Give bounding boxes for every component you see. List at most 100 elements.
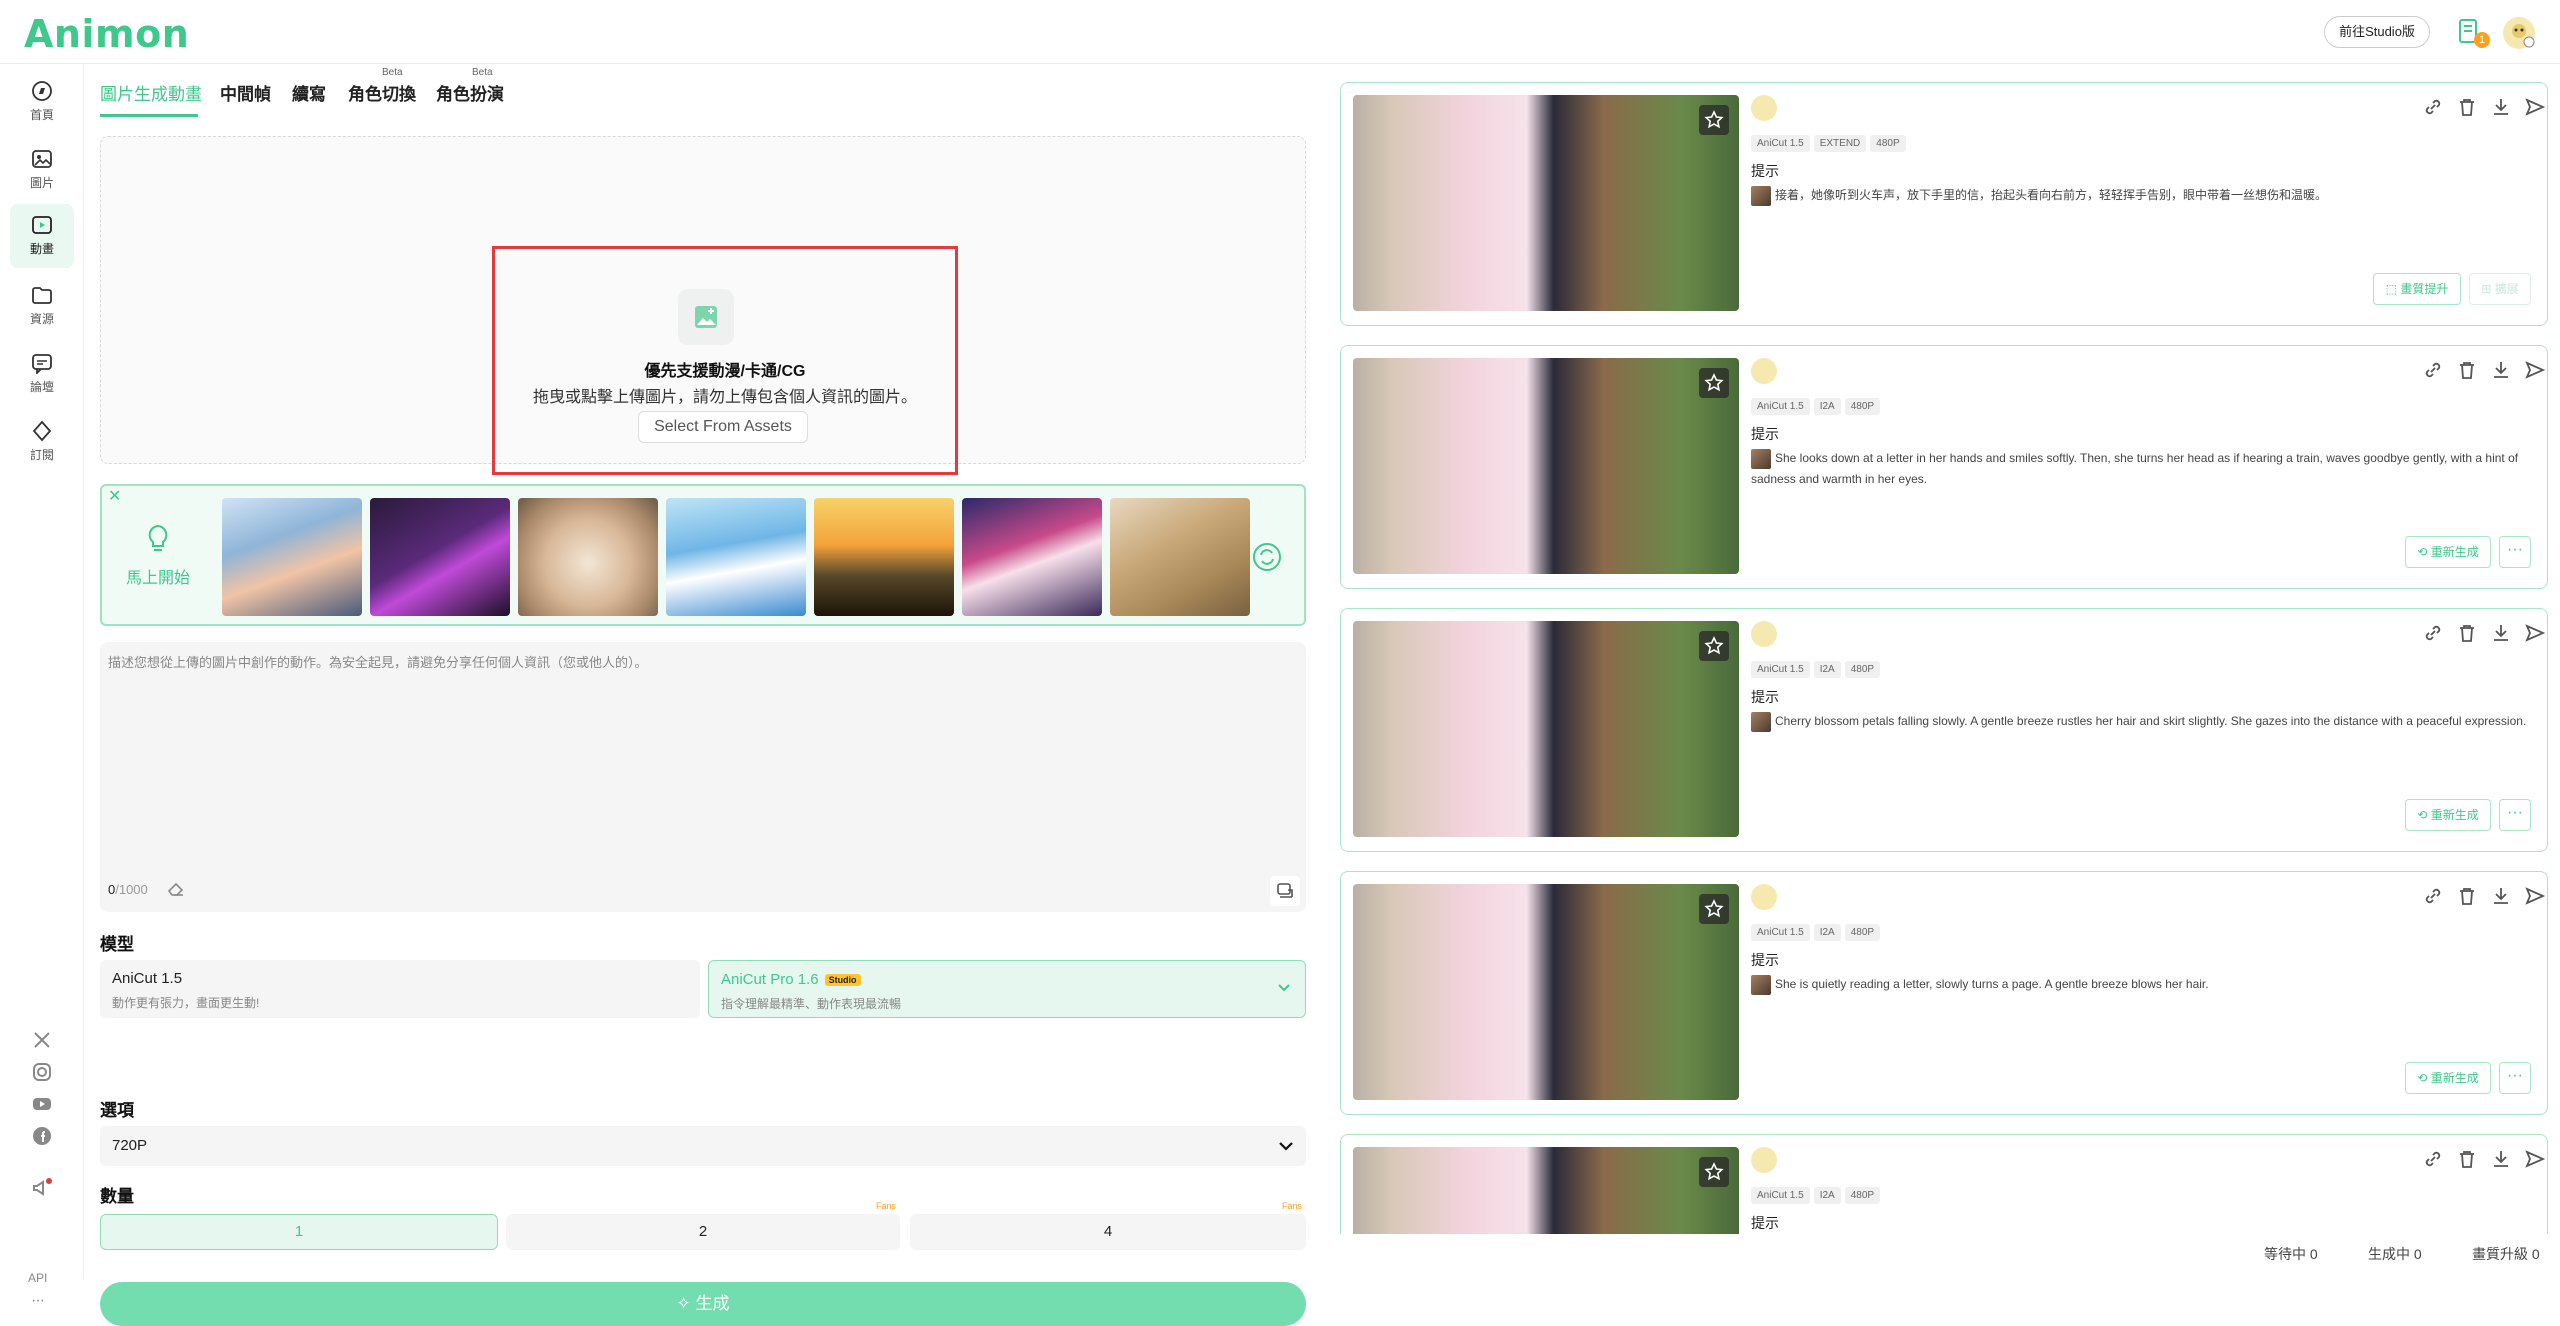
upload-title: 優先支援動漫/卡通/CG: [644, 363, 806, 380]
quantity-option-1[interactable]: 1: [100, 1214, 498, 1250]
favorite-button[interactable]: [1699, 1157, 1729, 1187]
send-icon[interactable]: [2523, 621, 2547, 645]
model-name: AniCut Pro 1.6 Studio: [721, 971, 861, 988]
trash-icon[interactable]: [2455, 621, 2479, 645]
prompt-textarea[interactable]: 描述您想從上傳的圖片中創作的動作。為安全起見，請避免分享任何個人資訊（您或他人的…: [100, 642, 1306, 912]
download-icon[interactable]: [2489, 358, 2513, 382]
generate-button[interactable]: ✧ 生成: [100, 1282, 1306, 1326]
tab-roleplay[interactable]: 角色扮演: [436, 80, 504, 105]
send-icon[interactable]: [2523, 358, 2547, 382]
sidebar-item-label: 資源: [29, 312, 54, 326]
favorite-button[interactable]: [1699, 368, 1729, 398]
sample-thumbnail[interactable]: [814, 498, 954, 616]
x-twitter-icon[interactable]: [30, 1028, 54, 1052]
sidebar-item-label: 論壇: [29, 380, 54, 394]
user-avatar: [1751, 621, 1777, 647]
sample-thumbnail[interactable]: [222, 498, 362, 616]
tab-middle-frame[interactable]: 中間幀: [220, 80, 271, 105]
upload-highlight-box[interactable]: 優先支援動漫/卡通/CG 拖曳或點擊上傳圖片，請勿上傳包含個人資訊的圖片。 Se…: [492, 246, 958, 475]
more-options-button[interactable]: ···: [2499, 1062, 2531, 1094]
user-avatar[interactable]: [2502, 16, 2536, 50]
chat-icon: [32, 354, 52, 374]
model-option-anicut-pro-16[interactable]: AniCut Pro 1.6 Studio 指令理解最精準、動作表現最流暢: [708, 960, 1306, 1018]
link-icon[interactable]: [2421, 884, 2445, 908]
favorite-button[interactable]: [1699, 631, 1729, 661]
refresh-icon[interactable]: [1252, 542, 1282, 572]
tab-continue[interactable]: 續寫: [292, 80, 326, 105]
send-icon[interactable]: [2523, 884, 2547, 908]
sidebar-item-label: 訂閱: [29, 448, 54, 462]
sample-thumbnail[interactable]: [370, 498, 510, 616]
announcement-icon[interactable]: [30, 1176, 54, 1200]
tab-image-to-video[interactable]: 圖片生成動畫: [100, 80, 202, 105]
notification-icon[interactable]: 1: [2454, 16, 2490, 50]
more-options-button[interactable]: ···: [2499, 799, 2531, 831]
sample-thumbnail[interactable]: [518, 498, 658, 616]
sample-thumbnail[interactable]: [962, 498, 1102, 616]
eraser-icon[interactable]: [166, 878, 186, 898]
model-tag: AniCut 1.5: [1751, 135, 1810, 152]
extend-button[interactable]: ⊞ 擴展: [2469, 273, 2531, 305]
api-link[interactable]: API: [28, 1271, 47, 1285]
app-logo[interactable]: Animon: [24, 12, 189, 56]
quantity-option-4[interactable]: 4 Fans: [910, 1201, 1306, 1250]
regenerate-button[interactable]: ⟲ 重新生成: [2405, 799, 2491, 831]
card-prompt-text: She looks down at a letter in her hands …: [1751, 448, 2533, 489]
favorite-button[interactable]: [1699, 894, 1729, 924]
upload-dropzone[interactable]: 優先支援動漫/卡通/CG 拖曳或點擊上傳圖片，請勿上傳包含個人資訊的圖片。 Se…: [100, 136, 1306, 475]
link-icon[interactable]: [2421, 95, 2445, 119]
more-icon[interactable]: ···: [31, 1292, 45, 1310]
tab-character-swap[interactable]: 角色切換: [348, 80, 416, 105]
download-icon[interactable]: [2489, 884, 2513, 908]
model-option-anicut-15[interactable]: AniCut 1.5 動作更有張力，畫面更生動!: [100, 960, 700, 1018]
instagram-icon[interactable]: [30, 1060, 54, 1084]
send-icon[interactable]: [2523, 1147, 2547, 1171]
studio-button[interactable]: 前往Studio版: [2324, 16, 2430, 48]
card-tags: AniCut 1.5 I2A 480P: [1751, 1185, 1884, 1204]
sidebar-item-video[interactable]: 動畫: [10, 204, 74, 268]
sidebar-item-home[interactable]: 首頁: [10, 70, 74, 130]
facebook-icon[interactable]: [30, 1124, 54, 1148]
chevron-down-icon: [1279, 1142, 1293, 1151]
star-icon: [1704, 899, 1724, 918]
prompt-tool-button[interactable]: [1270, 876, 1300, 906]
video-thumbnail[interactable]: [1353, 621, 1739, 837]
quick-start[interactable]: 馬上開始: [120, 524, 196, 588]
sample-thumbnail[interactable]: [1110, 498, 1250, 616]
prompt-placeholder: 描述您想從上傳的圖片中創作的動作。為安全起見，請避免分享任何個人資訊（您或他人的…: [108, 655, 648, 670]
sidebar-item-assets[interactable]: 資源: [10, 274, 74, 334]
result-card: AniCut 1.5 I2A 480P 提示: [1340, 1134, 2548, 1234]
favorite-button[interactable]: [1699, 105, 1729, 135]
model-description: 動作更有張力，畫面更生動!: [112, 996, 260, 1010]
sidebar-item-subscribe[interactable]: 訂閱: [10, 410, 74, 470]
sample-thumbnail[interactable]: [666, 498, 806, 616]
close-icon[interactable]: ✕: [108, 486, 121, 506]
more-options-button[interactable]: ···: [2499, 536, 2531, 568]
youtube-icon[interactable]: [30, 1092, 54, 1116]
video-thumbnail[interactable]: [1353, 884, 1739, 1100]
quantity-option-2[interactable]: 2 Fans: [506, 1201, 900, 1250]
select-from-assets-button[interactable]: Select From Assets: [638, 411, 808, 443]
sidebar-item-forum[interactable]: 論壇: [10, 342, 74, 402]
regenerate-button[interactable]: ⟲ 重新生成: [2405, 536, 2491, 568]
video-thumbnail[interactable]: [1353, 95, 1739, 311]
sidebar-item-label: 圖片: [29, 176, 54, 190]
link-icon[interactable]: [2421, 1147, 2445, 1171]
resolution-value: 720P: [112, 1137, 148, 1154]
send-icon[interactable]: [2523, 95, 2547, 119]
download-icon[interactable]: [2489, 1147, 2513, 1171]
trash-icon[interactable]: [2455, 358, 2479, 382]
upscale-button[interactable]: ⬚ 畫質提升: [2373, 273, 2461, 305]
sidebar-item-image[interactable]: 圖片: [10, 138, 74, 198]
trash-icon[interactable]: [2455, 884, 2479, 908]
regenerate-button[interactable]: ⟲ 重新生成: [2405, 1062, 2491, 1094]
video-thumbnail[interactable]: [1353, 358, 1739, 574]
video-thumbnail[interactable]: [1353, 1147, 1739, 1234]
download-icon[interactable]: [2489, 95, 2513, 119]
link-icon[interactable]: [2421, 621, 2445, 645]
resolution-select[interactable]: 720P: [100, 1126, 1306, 1166]
download-icon[interactable]: [2489, 621, 2513, 645]
trash-icon[interactable]: [2455, 95, 2479, 119]
link-icon[interactable]: [2421, 358, 2445, 382]
trash-icon[interactable]: [2455, 1147, 2479, 1171]
